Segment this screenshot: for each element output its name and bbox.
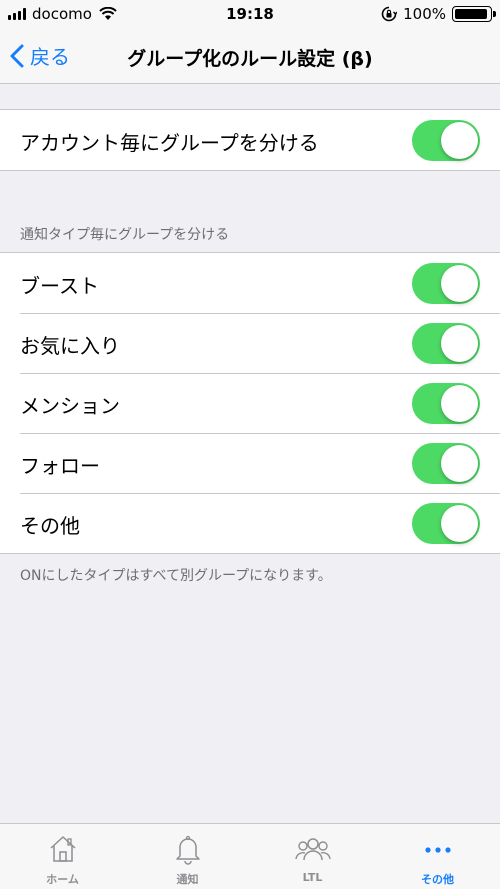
account-group-section: アカウント毎にグループを分ける	[0, 109, 500, 171]
type-label: お気に入り	[20, 334, 120, 358]
tab-label: LTL	[302, 871, 323, 884]
status-bar: docomo 19:18 100%	[0, 0, 500, 30]
more-dots-icon	[424, 847, 451, 853]
other-toggle[interactable]	[412, 503, 480, 544]
account-group-cell: アカウント毎にグループを分ける	[0, 110, 500, 170]
battery-icon	[452, 6, 496, 22]
type-label: ブースト	[20, 274, 99, 298]
section-header: 通知タイプ毎にグループを分ける	[20, 227, 230, 243]
account-group-toggle[interactable]	[412, 120, 480, 161]
tab-notifications[interactable]: 通知	[125, 824, 250, 889]
tab-label: 通知	[176, 873, 199, 886]
tab-bar: ホーム 通知 LTL その他	[0, 823, 500, 889]
orientation-lock-icon	[381, 6, 398, 22]
people-icon	[294, 838, 331, 861]
page-title: グループ化のルール設定 (β)	[127, 48, 373, 70]
bell-icon	[175, 835, 200, 865]
type-group-section: ブースト お気に入り メンション フォロー その他	[0, 252, 500, 554]
boost-toggle[interactable]	[412, 263, 480, 304]
type-cell-follow: フォロー	[0, 433, 500, 493]
type-cell-mention: メンション	[0, 373, 500, 433]
battery-percent: 100%	[403, 5, 446, 23]
section-footer: ONにしたタイプはすべて別グループになります。	[20, 568, 332, 584]
follow-toggle[interactable]	[412, 443, 480, 484]
type-label: その他	[20, 514, 80, 538]
tab-more[interactable]: その他	[375, 824, 500, 889]
type-cell-boost: ブースト	[0, 253, 500, 313]
type-label: フォロー	[20, 454, 100, 478]
tab-label: ホーム	[46, 873, 79, 886]
tab-ltl[interactable]: LTL	[250, 824, 375, 889]
favourite-toggle[interactable]	[412, 323, 480, 364]
type-cell-favourite: お気に入り	[0, 313, 500, 373]
account-group-label: アカウント毎にグループを分ける	[20, 131, 319, 155]
type-label: メンション	[20, 394, 120, 418]
tab-home[interactable]: ホーム	[0, 824, 125, 889]
home-icon	[49, 836, 76, 862]
status-right: 100%	[381, 5, 496, 23]
type-cell-other: その他	[0, 493, 500, 553]
navigation-bar: 戻る グループ化のルール設定 (β)	[0, 30, 500, 84]
tab-label: その他	[421, 873, 454, 886]
mention-toggle[interactable]	[412, 383, 480, 424]
